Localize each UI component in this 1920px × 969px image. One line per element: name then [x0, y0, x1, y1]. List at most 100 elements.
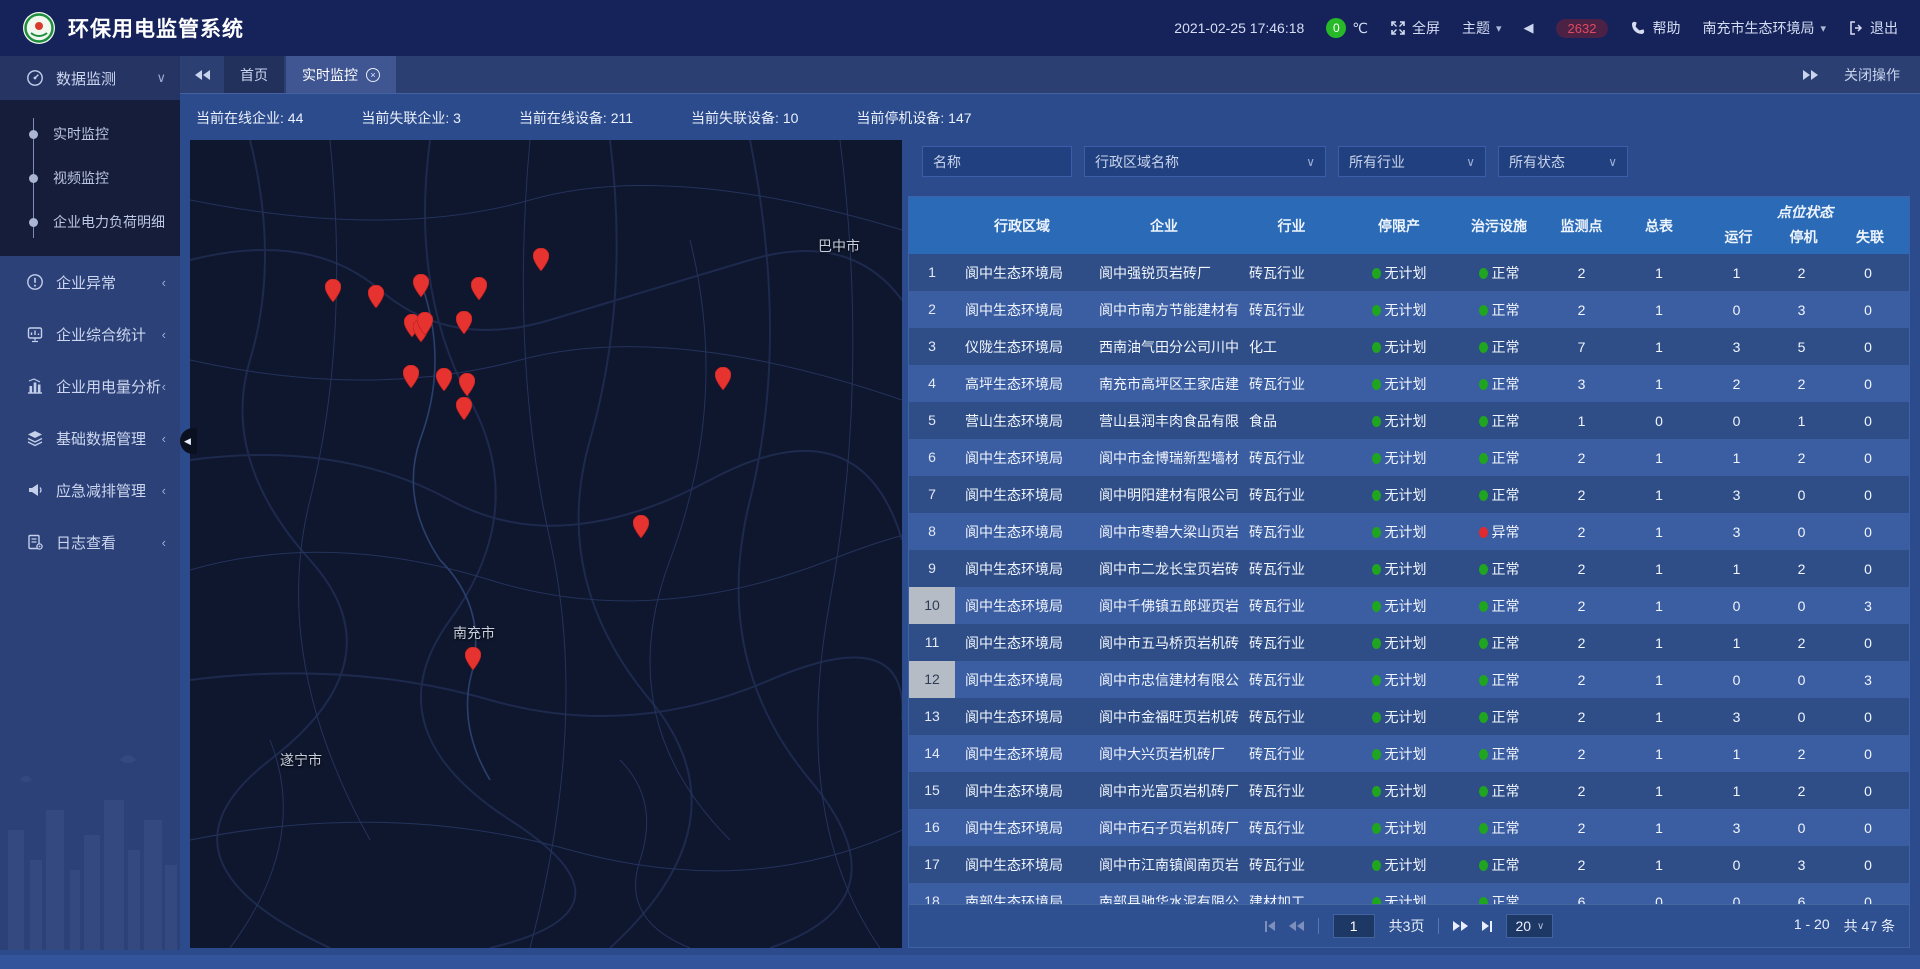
table-row[interactable]: 9阆中生态环境局阆中市二龙长宝页岩砖砖瓦行业无计划正常21120: [909, 550, 1909, 587]
cell-facility-status: 正常: [1454, 374, 1544, 394]
sidebar-item-日志查看[interactable]: 日志查看‹: [0, 516, 180, 568]
tab-实时监控[interactable]: 实时监控: [286, 56, 396, 93]
sidebar-item-企业综合统计[interactable]: 企业综合统计‹: [0, 308, 180, 360]
map-pin[interactable]: [633, 515, 649, 538]
map-pin[interactable]: [456, 397, 472, 420]
chevron-left-icon: ‹: [162, 535, 166, 550]
sidebar-item-企业用电量分析[interactable]: 企业用电量分析‹: [0, 360, 180, 412]
fullscreen-button[interactable]: 全屏: [1390, 18, 1440, 38]
cell-running: 3: [1699, 487, 1774, 503]
map-pin[interactable]: [465, 647, 481, 670]
name-search-input[interactable]: [922, 146, 1072, 177]
cell-limit-status: 无计划: [1344, 411, 1454, 431]
sidebar-item-企业异常[interactable]: 企业异常‹: [0, 256, 180, 308]
map-pin[interactable]: [715, 367, 731, 390]
sidebar-subitem-视频监控[interactable]: 视频监控: [0, 156, 180, 200]
next-page-icon: [1461, 921, 1468, 931]
table-row[interactable]: 2阆中生态环境局阆中市南方节能建材有砖瓦行业无计划正常21030: [909, 291, 1909, 328]
tabs-scroll-right-button[interactable]: [1803, 70, 1818, 80]
column-header-行业: 行业: [1239, 216, 1344, 236]
map-pin[interactable]: [403, 365, 419, 388]
table-row[interactable]: 15阆中生态环境局阆中市光富页岩机砖厂砖瓦行业无计划正常21120: [909, 772, 1909, 809]
tab-首页[interactable]: 首页: [224, 56, 284, 93]
cell-region: 仪陇生态环境局: [955, 337, 1089, 357]
status-dot-icon: [1372, 564, 1381, 575]
map-pin[interactable]: [325, 279, 341, 302]
theme-dropdown[interactable]: 主题▾: [1462, 18, 1502, 38]
map-pin[interactable]: [533, 248, 549, 271]
cell-limit-status: 无计划: [1344, 300, 1454, 320]
status-select[interactable]: 所有状态∨: [1498, 146, 1628, 177]
table-row[interactable]: 13阆中生态环境局阆中市金福旺页岩机砖砖瓦行业无计划正常21300: [909, 698, 1909, 735]
logout-button[interactable]: 退出: [1848, 18, 1898, 38]
row-number: 10: [909, 587, 955, 624]
table-row[interactable]: 18南部生态环境局南部县驰华水泥有限公建材加工无计划正常60060: [909, 883, 1909, 904]
notification-badge[interactable]: 2632: [1556, 19, 1609, 38]
page-size-select[interactable]: 20∨: [1506, 914, 1553, 938]
cell-running: 1: [1699, 635, 1774, 651]
table-row[interactable]: 7阆中生态环境局阆中明阳建材有限公司砖瓦行业无计划正常21300: [909, 476, 1909, 513]
last-page-button[interactable]: [1482, 921, 1492, 932]
help-button[interactable]: 帮助: [1630, 18, 1680, 38]
cell-limit-status: 无计划: [1344, 448, 1454, 468]
map-panel[interactable]: 巴中市南充市遂宁市 ◀: [190, 140, 902, 948]
table-row[interactable]: 5营山生态环境局营山县润丰肉食品有限食品无计划正常10010: [909, 402, 1909, 439]
cell-total-meters: 1: [1619, 709, 1699, 725]
sidebar-subitem-企业电力负荷明细[interactable]: 企业电力负荷明细: [0, 200, 180, 244]
double-chevron-right-icon: [1811, 70, 1818, 80]
cell-lost: 0: [1829, 450, 1907, 466]
map-pin[interactable]: [456, 311, 472, 334]
cell-industry: 砖瓦行业: [1239, 744, 1344, 764]
map-pin[interactable]: [368, 285, 384, 308]
map-pin[interactable]: [436, 368, 452, 391]
first-page-button[interactable]: [1265, 921, 1275, 932]
tabs-scroll-left-button[interactable]: [180, 56, 224, 93]
sidebar-collapse-button[interactable]: ◀: [180, 428, 197, 454]
table-row[interactable]: 6阆中生态环境局阆中市金博瑞新型墙材砖瓦行业无计划正常21120: [909, 439, 1909, 476]
map-pin[interactable]: [471, 277, 487, 300]
industry-select[interactable]: 所有行业∨: [1338, 146, 1486, 177]
map-pin[interactable]: [417, 312, 433, 335]
last-page-icon: [1490, 921, 1492, 932]
table-row[interactable]: 12阆中生态环境局阆中市忠信建材有限公砖瓦行业无计划正常21003: [909, 661, 1909, 698]
mute-button[interactable]: ◀: [1524, 20, 1534, 36]
cell-running: 3: [1699, 339, 1774, 355]
prev-page-button[interactable]: [1289, 921, 1304, 931]
sidebar-subitem-实时监控[interactable]: 实时监控: [0, 112, 180, 156]
tab-close-icon[interactable]: [366, 68, 380, 82]
next-page-button[interactable]: [1453, 921, 1468, 931]
table-row[interactable]: 16阆中生态环境局阆中市石子页岩机砖厂砖瓦行业无计划正常21300: [909, 809, 1909, 846]
cell-limit-status: 无计划: [1344, 855, 1454, 875]
stat-当前失联设备: 当前失联设备: 10: [691, 108, 798, 128]
log-icon: [26, 533, 44, 551]
cell-total-meters: 0: [1619, 413, 1699, 429]
table-row[interactable]: 8阆中生态环境局阆中市枣碧大梁山页岩砖瓦行业无计划异常21300: [909, 513, 1909, 550]
cell-limit-status: 无计划: [1344, 707, 1454, 727]
status-dot-icon: [1372, 897, 1381, 905]
cell-company: 西南油气田分公司川中: [1089, 337, 1239, 357]
sidebar-item-应急减排管理[interactable]: 应急减排管理‹: [0, 464, 180, 516]
sidebar-item-数据监测[interactable]: 数据监测∨: [0, 56, 180, 100]
table-row[interactable]: 17阆中生态环境局阆中市江南镇阆南页岩砖瓦行业无计划正常21030: [909, 846, 1909, 883]
status-dot-icon: [1372, 379, 1381, 390]
map-pin[interactable]: [413, 274, 429, 297]
page-number-input[interactable]: 1: [1333, 914, 1375, 938]
status-dot-icon: [1372, 638, 1381, 649]
cell-monitor-points: 2: [1544, 561, 1619, 577]
sidebar-item-基础数据管理[interactable]: 基础数据管理‹: [0, 412, 180, 464]
sidebar-item-label: 企业用电量分析: [56, 376, 161, 397]
cell-stopped: 0: [1774, 598, 1829, 614]
region-select[interactable]: 行政区域名称∨: [1084, 146, 1326, 177]
org-dropdown[interactable]: 南充市生态环境局▾: [1702, 18, 1826, 38]
map-pin[interactable]: [459, 373, 475, 396]
cell-lost: 0: [1829, 635, 1907, 651]
table-row[interactable]: 11阆中生态环境局阆中市五马桥页岩机砖砖瓦行业无计划正常21120: [909, 624, 1909, 661]
table-row[interactable]: 14阆中生态环境局阆中大兴页岩机砖厂砖瓦行业无计划正常21120: [909, 735, 1909, 772]
table-row[interactable]: 10阆中生态环境局阆中千佛镇五郎垭页岩砖瓦行业无计划正常21003: [909, 587, 1909, 624]
table-row[interactable]: 3仪陇生态环境局西南油气田分公司川中化工无计划正常71350: [909, 328, 1909, 365]
table-row[interactable]: 4高坪生态环境局南充市高坪区王家店建砖瓦行业无计划正常31220: [909, 365, 1909, 402]
cell-lost: 0: [1829, 302, 1907, 318]
sidebar-item-label: 数据监测: [56, 68, 116, 89]
close-operations-button[interactable]: 关闭操作: [1844, 65, 1900, 85]
table-row[interactable]: 1阆中生态环境局阆中强锐页岩砖厂砖瓦行业无计划正常21120: [909, 254, 1909, 291]
